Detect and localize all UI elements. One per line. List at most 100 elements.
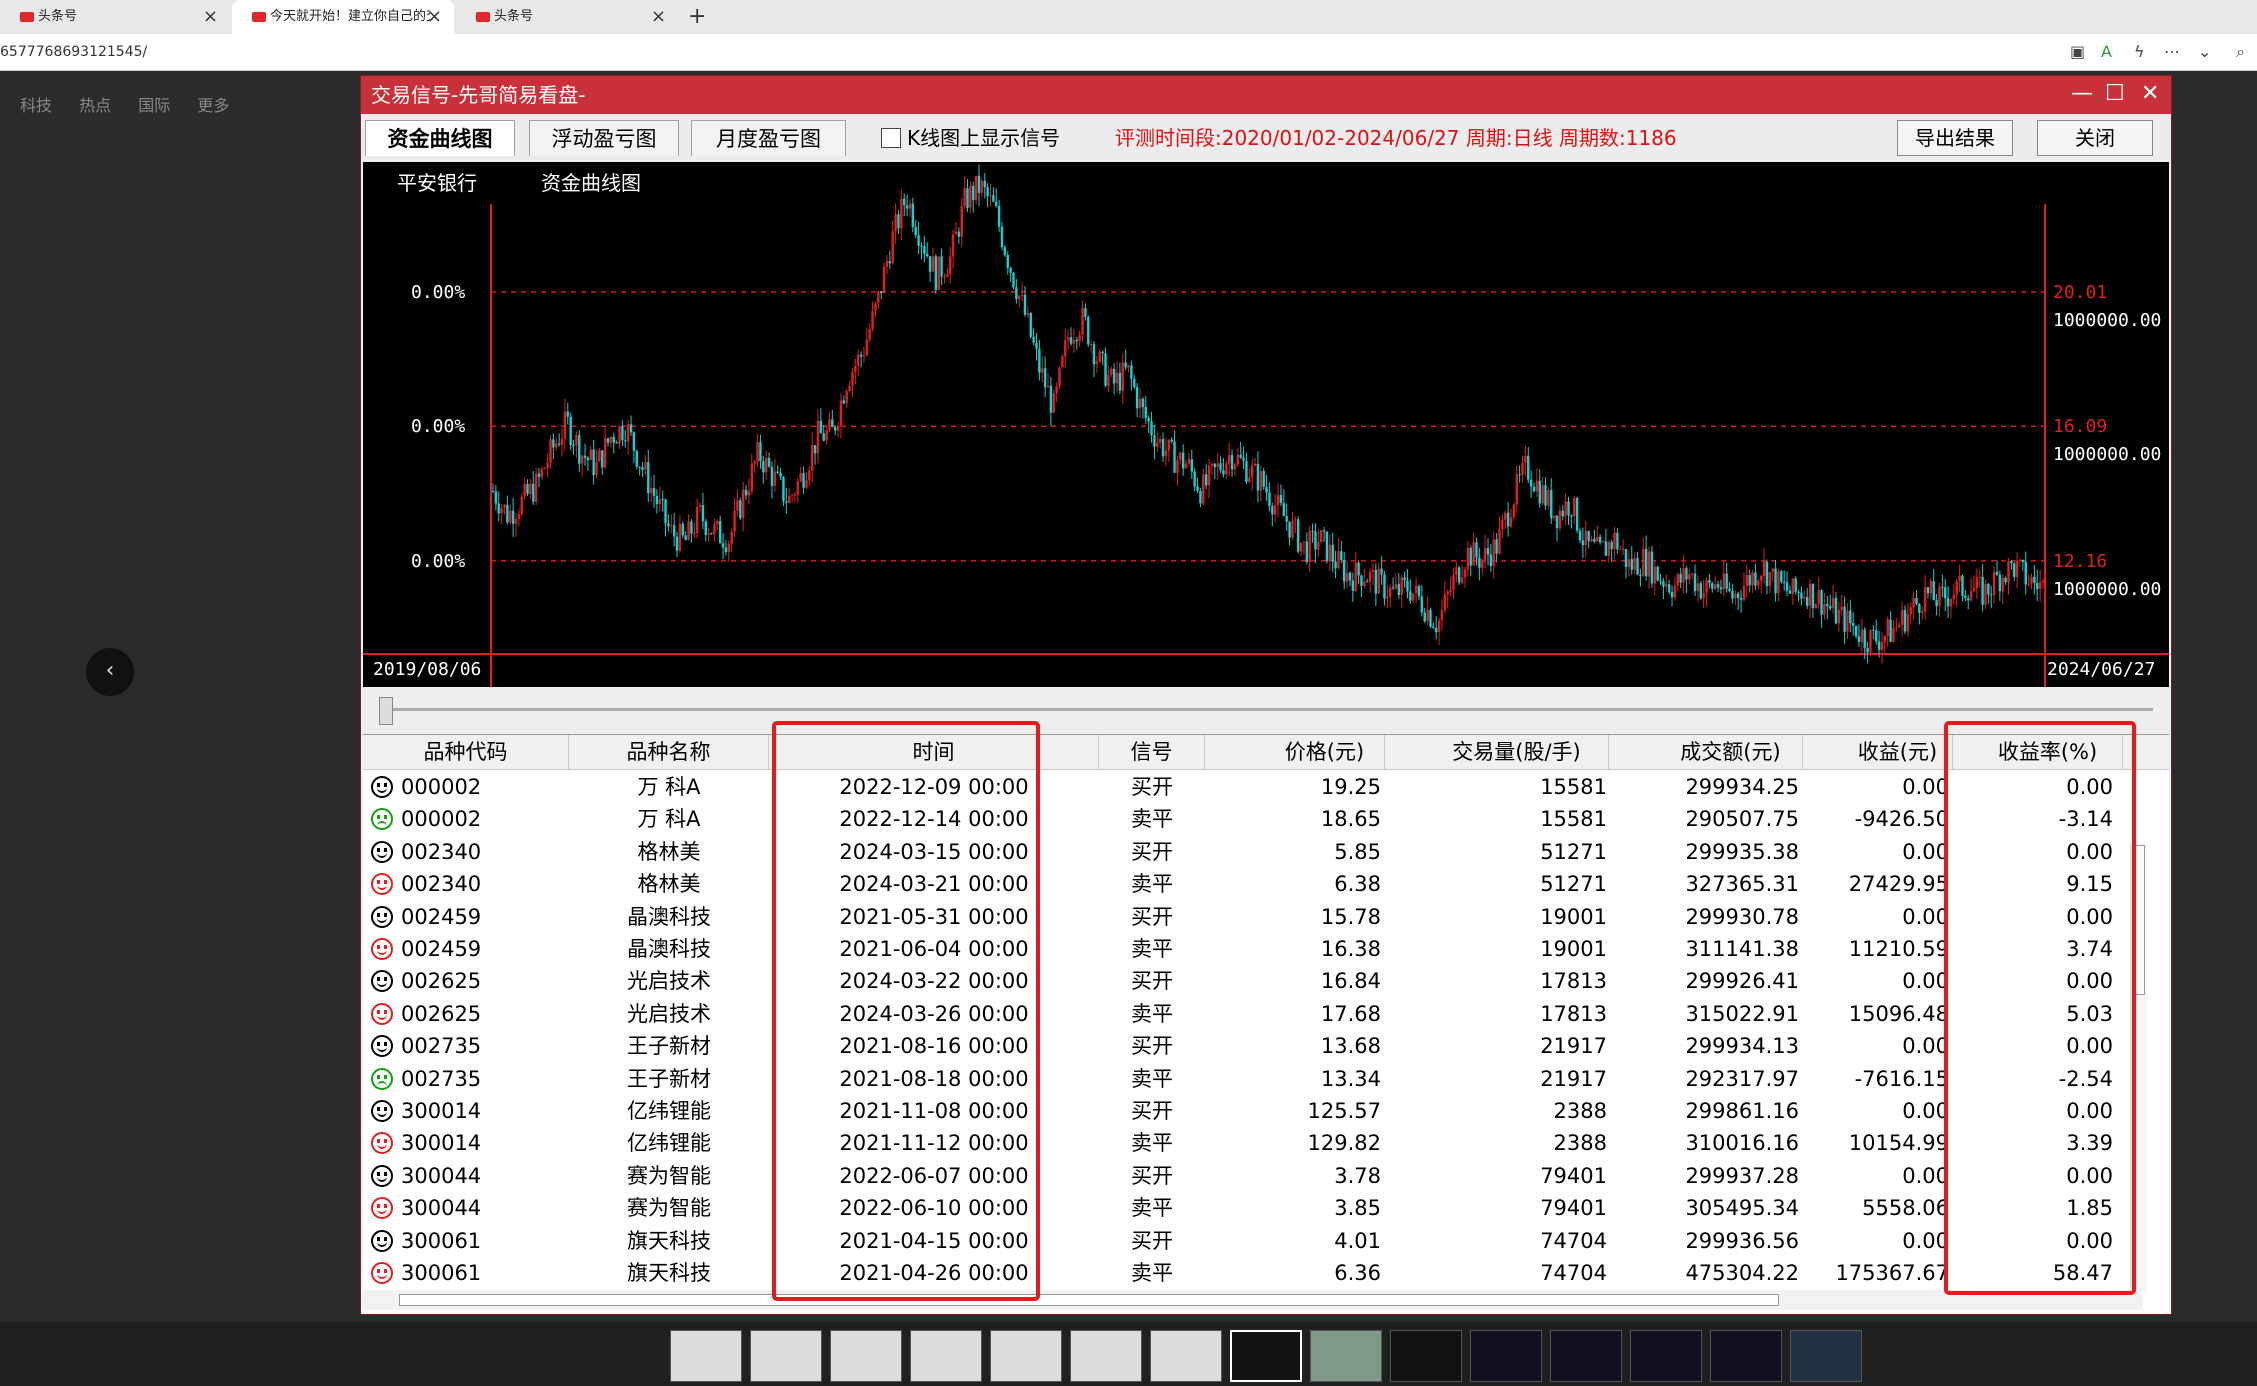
window-toolbar: 资金曲线图 浮动盈亏图 月度盈亏图 K线图上显示信号 评测时间段:2020/01… — [361, 114, 2171, 160]
more-icon[interactable]: ⋯ — [2164, 42, 2180, 61]
thumbnail-item[interactable] — [670, 1330, 742, 1382]
minimize-icon[interactable]: — — [2071, 76, 2093, 112]
thumbnail-item[interactable] — [1150, 1330, 1222, 1382]
col-header-code[interactable]: 品种代码 — [363, 735, 569, 769]
col-header-price[interactable]: 价格(元) — [1205, 735, 1385, 769]
candle-body — [799, 473, 802, 482]
thumbnail-item[interactable] — [990, 1330, 1062, 1382]
previous-image-button[interactable]: ‹ — [86, 648, 134, 696]
thumbnail-item[interactable] — [1550, 1330, 1622, 1382]
candle-body — [1892, 628, 1895, 642]
candle-body — [839, 400, 843, 426]
thumbnail-item[interactable] — [1710, 1330, 1782, 1382]
table-row[interactable]: 002625 光启技术 2024-03-22 00:00 买开 16.84 17813 29… — [363, 965, 2123, 997]
table-row[interactable]: 002625 光启技术 2024-03-26 00:00 卖平 17.68 17813 31… — [363, 998, 2123, 1030]
close-tab-icon[interactable]: × — [651, 0, 666, 34]
col-header-name[interactable]: 品种名称 — [569, 735, 769, 769]
cell-code: 300014 — [401, 1131, 482, 1156]
address-bar[interactable]: 6577768693121545/ ▣ A ϟ ⋯ ⌄ ⌕ — [0, 34, 2257, 71]
candle-body — [1443, 594, 1447, 611]
horizontal-scroll-thumb[interactable] — [399, 1294, 1779, 1306]
chevron-down-icon[interactable]: ⌄ — [2198, 42, 2211, 61]
thumbnail-item[interactable] — [1070, 1330, 1142, 1382]
browser-tab-3[interactable]: 头条号 × — [456, 0, 678, 34]
col-header-volume[interactable]: 交易量(股/手) — [1385, 735, 1609, 769]
browser-tab-1[interactable]: 头条号 × — [0, 0, 230, 34]
table-row[interactable]: 300061 旗天科技 2021-04-15 00:00 买开 4.01 74704 299… — [363, 1225, 2123, 1257]
thumbnail-item[interactable] — [1630, 1330, 1702, 1382]
col-header-signal[interactable]: 信号 — [1099, 735, 1205, 769]
candle-body — [1722, 573, 1725, 590]
browser-tab-2[interactable]: 今天就开始！建立你自己的交易系统 × — [232, 0, 454, 34]
table-row[interactable]: 300044 赛为智能 2022-06-07 00:00 买开 3.78 79401 299… — [363, 1160, 2123, 1192]
candle-body — [741, 489, 745, 519]
read-aloud-icon[interactable]: A — [2101, 42, 2112, 61]
candle-body — [811, 445, 814, 471]
table-row[interactable]: 300044 赛为智能 2022-06-10 00:00 卖平 3.85 79401 305… — [363, 1192, 2123, 1224]
candle-body — [859, 354, 863, 357]
candle-body — [759, 442, 762, 462]
table-row[interactable]: 002735 王子新材 2021-08-16 00:00 买开 13.68 21917 29… — [363, 1030, 2123, 1062]
tab-floating-pnl[interactable]: 浮动盈亏图 — [529, 120, 679, 156]
candle-body — [1771, 568, 1774, 573]
cell-amount: 315022.91 — [1685, 1001, 1799, 1026]
thumbnail-item[interactable] — [1390, 1330, 1462, 1382]
candle-body — [764, 457, 768, 473]
candle-body — [1469, 547, 1472, 566]
close-tab-icon[interactable]: × — [427, 0, 442, 34]
new-tab-icon[interactable]: + — [688, 0, 706, 34]
col-header-profit[interactable]: 收益(元) — [1803, 735, 1953, 769]
candle-body — [1581, 540, 1585, 546]
table-row[interactable]: 002340 格林美 2024-03-21 00:00 卖平 6.38 51271 3273… — [363, 868, 2123, 900]
candle-body — [540, 468, 544, 477]
export-results-button[interactable]: 导出结果 — [1897, 120, 2013, 156]
thumbnail-item[interactable] — [910, 1330, 982, 1382]
table-row[interactable]: 300061 旗天科技 2021-04-26 00:00 卖平 6.36 74704 475… — [363, 1257, 2123, 1289]
maximize-icon[interactable]: ☐ — [2105, 76, 2125, 112]
close-tab-icon[interactable]: × — [203, 0, 218, 34]
show-signal-checkbox[interactable] — [881, 128, 901, 148]
candle-body — [693, 533, 696, 535]
table-row[interactable]: 002459 晶澳科技 2021-05-31 00:00 买开 15.78 19001 29… — [363, 901, 2123, 933]
candle-body — [635, 450, 638, 467]
candle-body — [845, 390, 848, 404]
lightning-icon[interactable]: ϟ — [2134, 42, 2145, 61]
tab-monthly-pnl[interactable]: 月度盈亏图 — [691, 120, 846, 156]
thumbnail-item[interactable] — [1790, 1330, 1862, 1382]
nav-item-intl[interactable]: 国际 — [138, 96, 170, 115]
col-header-amount[interactable]: 成交额(元) — [1609, 735, 1803, 769]
table-row[interactable]: 300014 亿纬锂能 2021-11-08 00:00 买开 125.57 2388 29… — [363, 1095, 2123, 1127]
thumbnail-item[interactable] — [1230, 1330, 1302, 1382]
thumbnail-item[interactable] — [830, 1330, 902, 1382]
nav-item-hot[interactable]: 热点 — [79, 96, 111, 115]
cell-amount: 299861.16 — [1685, 1099, 1799, 1123]
candle-body — [1147, 418, 1150, 422]
range-slider[interactable] — [361, 689, 2171, 734]
nav-item-more[interactable]: 更多 — [197, 96, 229, 115]
thumbnail-item[interactable] — [750, 1330, 822, 1382]
table-row[interactable]: 002340 格林美 2024-03-15 00:00 买开 5.85 51271 2999… — [363, 836, 2123, 868]
candle-body — [997, 206, 1001, 227]
candle-body — [1412, 593, 1415, 601]
horizontal-scrollbar[interactable] — [363, 1290, 2143, 1310]
nav-item-tech[interactable]: 科技 — [20, 96, 52, 115]
url-text[interactable]: 6577768693121545/ — [0, 34, 147, 70]
candle-body — [1961, 575, 1964, 596]
slider-thumb[interactable] — [379, 697, 393, 725]
candle-body — [1984, 583, 1987, 605]
close-button[interactable]: 关闭 — [2037, 120, 2153, 156]
table-row[interactable]: 002735 王子新材 2021-08-18 00:00 卖平 13.34 21917 29… — [363, 1063, 2123, 1095]
table-row[interactable]: 002459 晶澳科技 2021-06-04 00:00 卖平 16.38 19001 31… — [363, 933, 2123, 965]
candle-body — [1547, 489, 1550, 506]
candle-body — [1104, 353, 1107, 386]
image-icon[interactable]: ▣ — [2070, 42, 2085, 61]
search-icon[interactable]: ⌕ — [2236, 42, 2245, 62]
tab-equity-curve[interactable]: 资金曲线图 — [365, 120, 515, 156]
thumbnail-item[interactable] — [1470, 1330, 1542, 1382]
close-window-icon[interactable]: ✕ — [2141, 76, 2159, 112]
table-row[interactable]: 000002 万 科A 2022-12-09 00:00 买开 19.25 15581 29… — [363, 771, 2123, 803]
thumbnail-item[interactable] — [1310, 1330, 1382, 1382]
table-row[interactable]: 000002 万 科A 2022-12-14 00:00 卖平 18.65 15581 29… — [363, 803, 2123, 835]
table-row[interactable]: 300014 亿纬锂能 2021-11-12 00:00 卖平 129.82 2388 31… — [363, 1127, 2123, 1159]
candle-body — [1713, 584, 1717, 589]
